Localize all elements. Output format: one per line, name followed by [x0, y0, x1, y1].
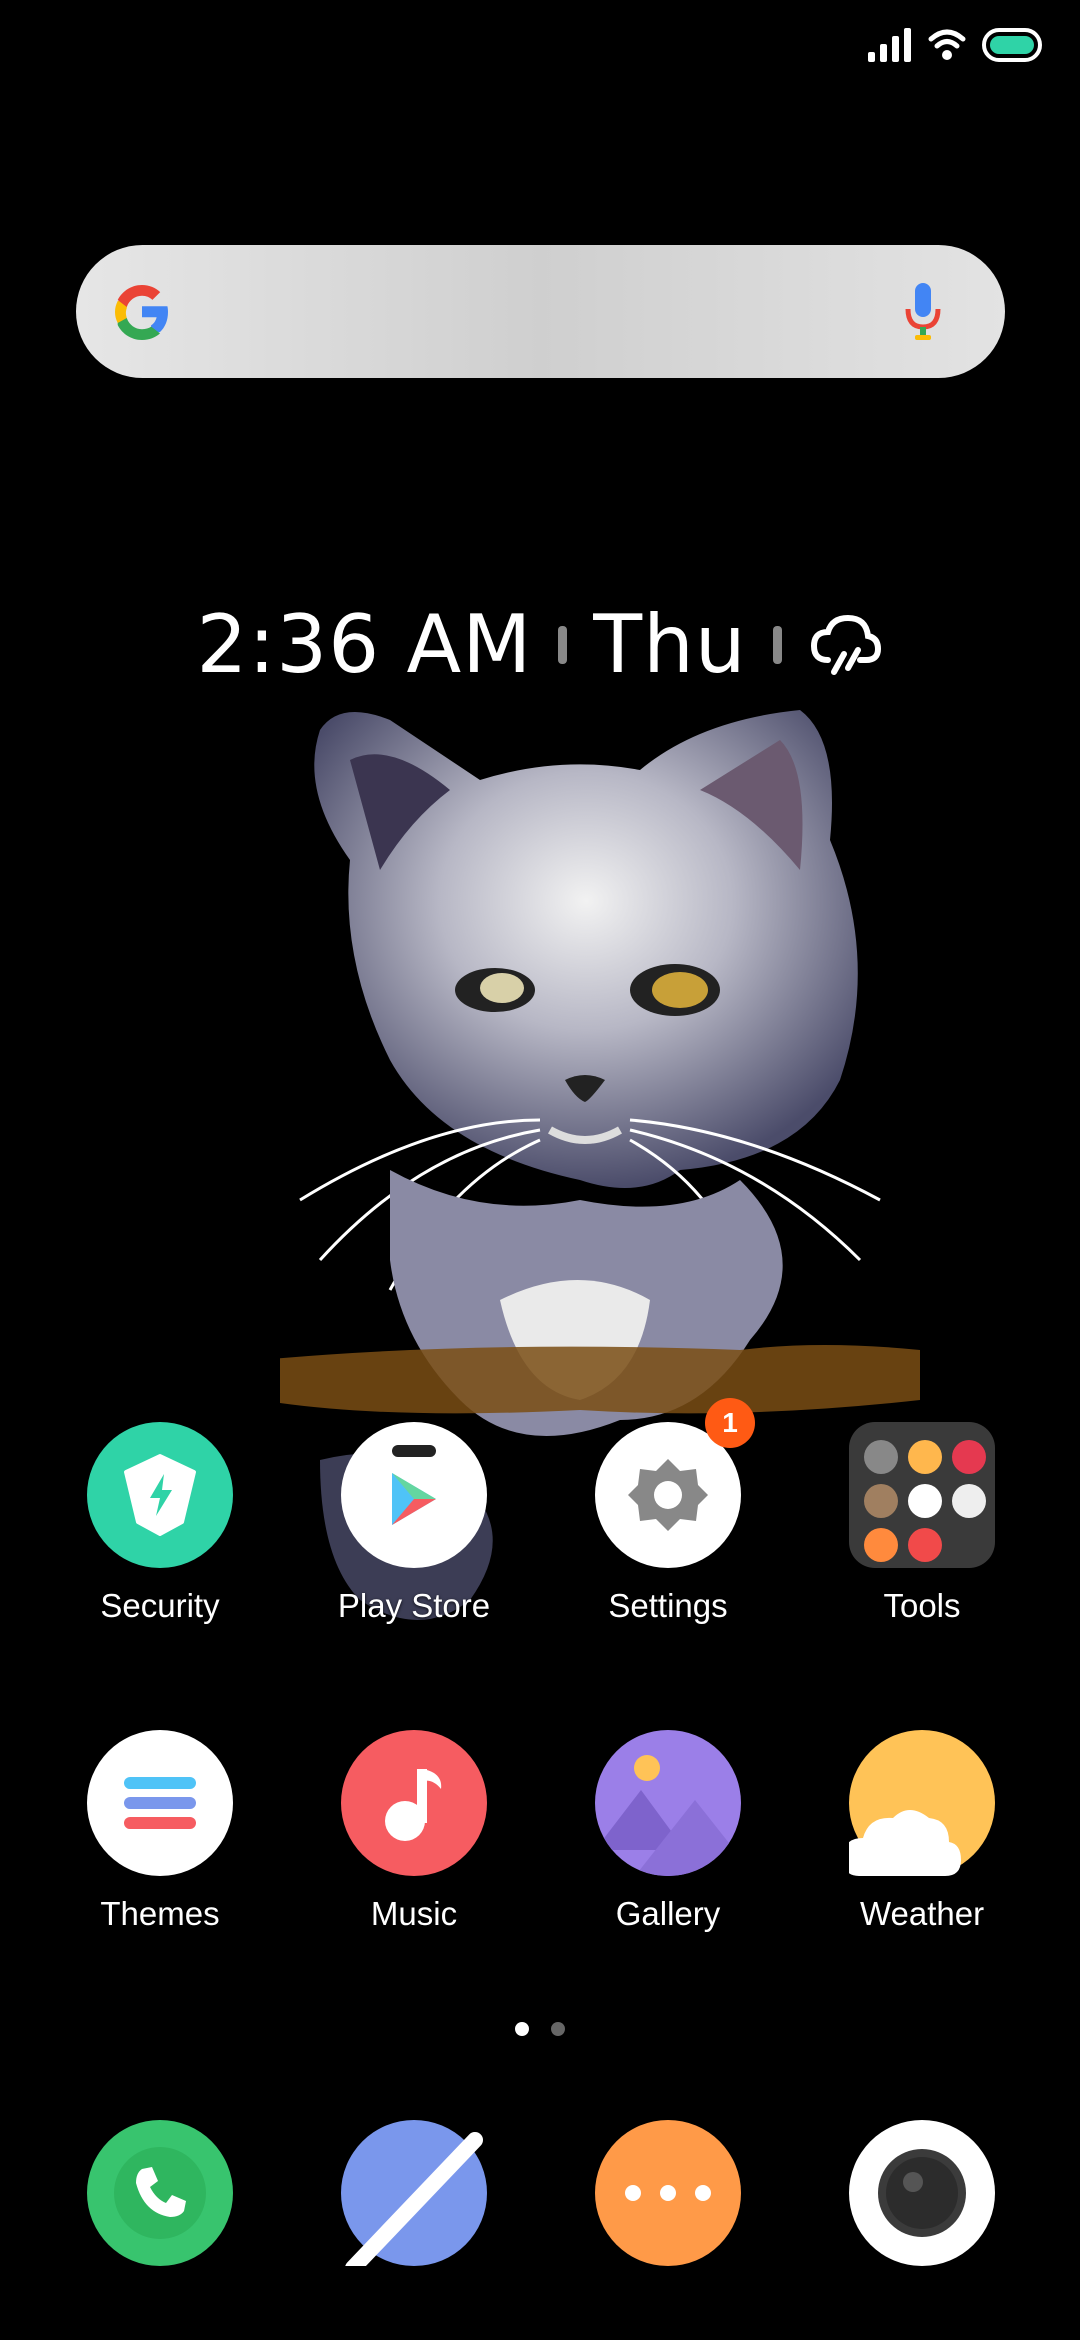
app-gallery[interactable]: Gallery — [568, 1730, 768, 1934]
notification-badge: 1 — [705, 1398, 755, 1448]
dock-messaging[interactable] — [568, 2120, 768, 2266]
mini-app-icon — [952, 1484, 986, 1518]
app-label: Play Store — [337, 1587, 491, 1624]
clock-time: 2:36 AM — [196, 598, 533, 691]
app-label: Themes — [100, 1895, 220, 1932]
app-security[interactable]: Security — [60, 1422, 260, 1626]
mini-app-icon — [864, 1528, 898, 1562]
mini-app-icon — [908, 1528, 942, 1562]
mini-app-icon — [908, 1484, 942, 1518]
settings-icon: 1 — [595, 1398, 755, 1568]
page-indicator — [0, 2022, 1080, 2036]
dock-browser[interactable] — [314, 2120, 514, 2266]
app-label: Music — [370, 1895, 458, 1932]
themes-icon — [87, 1730, 233, 1876]
page-dot[interactable] — [551, 2022, 565, 2036]
cloud-rain-icon — [810, 614, 881, 675]
app-label: Tools — [883, 1587, 961, 1624]
browser-icon — [341, 2120, 487, 2266]
app-label: Gallery — [615, 1895, 721, 1932]
app-music[interactable]: Music — [314, 1730, 514, 1934]
clock-widget[interactable]: 2:36 AM Thu — [0, 595, 1080, 695]
signal-icon — [868, 28, 911, 62]
mic-icon[interactable] — [903, 281, 943, 343]
camera-icon — [849, 2120, 995, 2266]
dock-phone[interactable] — [60, 2120, 260, 2266]
app-label: Settings — [608, 1587, 728, 1624]
mini-app-icon — [864, 1440, 898, 1474]
messaging-icon — [595, 2120, 741, 2266]
battery-icon — [982, 28, 1042, 62]
dock-camera[interactable] — [822, 2120, 1022, 2266]
play-store-icon — [341, 1422, 487, 1568]
separator — [772, 626, 782, 664]
app-label: Weather — [859, 1895, 985, 1932]
mini-app-icon — [864, 1484, 898, 1518]
app-play-store[interactable]: Play Store — [314, 1422, 514, 1626]
separator — [558, 626, 568, 664]
mini-app-icon — [952, 1440, 986, 1474]
search-bar[interactable] — [76, 245, 1005, 378]
music-icon — [341, 1730, 487, 1876]
folder-tools[interactable]: Tools — [822, 1422, 1022, 1626]
app-themes[interactable]: Themes — [60, 1730, 260, 1934]
page-dot-active[interactable] — [515, 2022, 529, 2036]
gallery-icon — [595, 1730, 741, 1876]
app-weather[interactable]: Weather — [822, 1730, 1022, 1934]
status-bar — [868, 28, 1042, 62]
google-logo-icon — [115, 285, 168, 340]
wifi-icon — [928, 29, 966, 60]
weather-icon — [849, 1730, 995, 1876]
phone-icon — [87, 2120, 233, 2266]
mini-app-icon — [908, 1440, 942, 1474]
clock-day: Thu — [593, 598, 747, 691]
tools-folder-icon — [849, 1422, 995, 1568]
app-label: Security — [100, 1587, 220, 1624]
app-settings[interactable]: 1 Settings — [568, 1398, 768, 1626]
security-icon — [87, 1422, 233, 1568]
